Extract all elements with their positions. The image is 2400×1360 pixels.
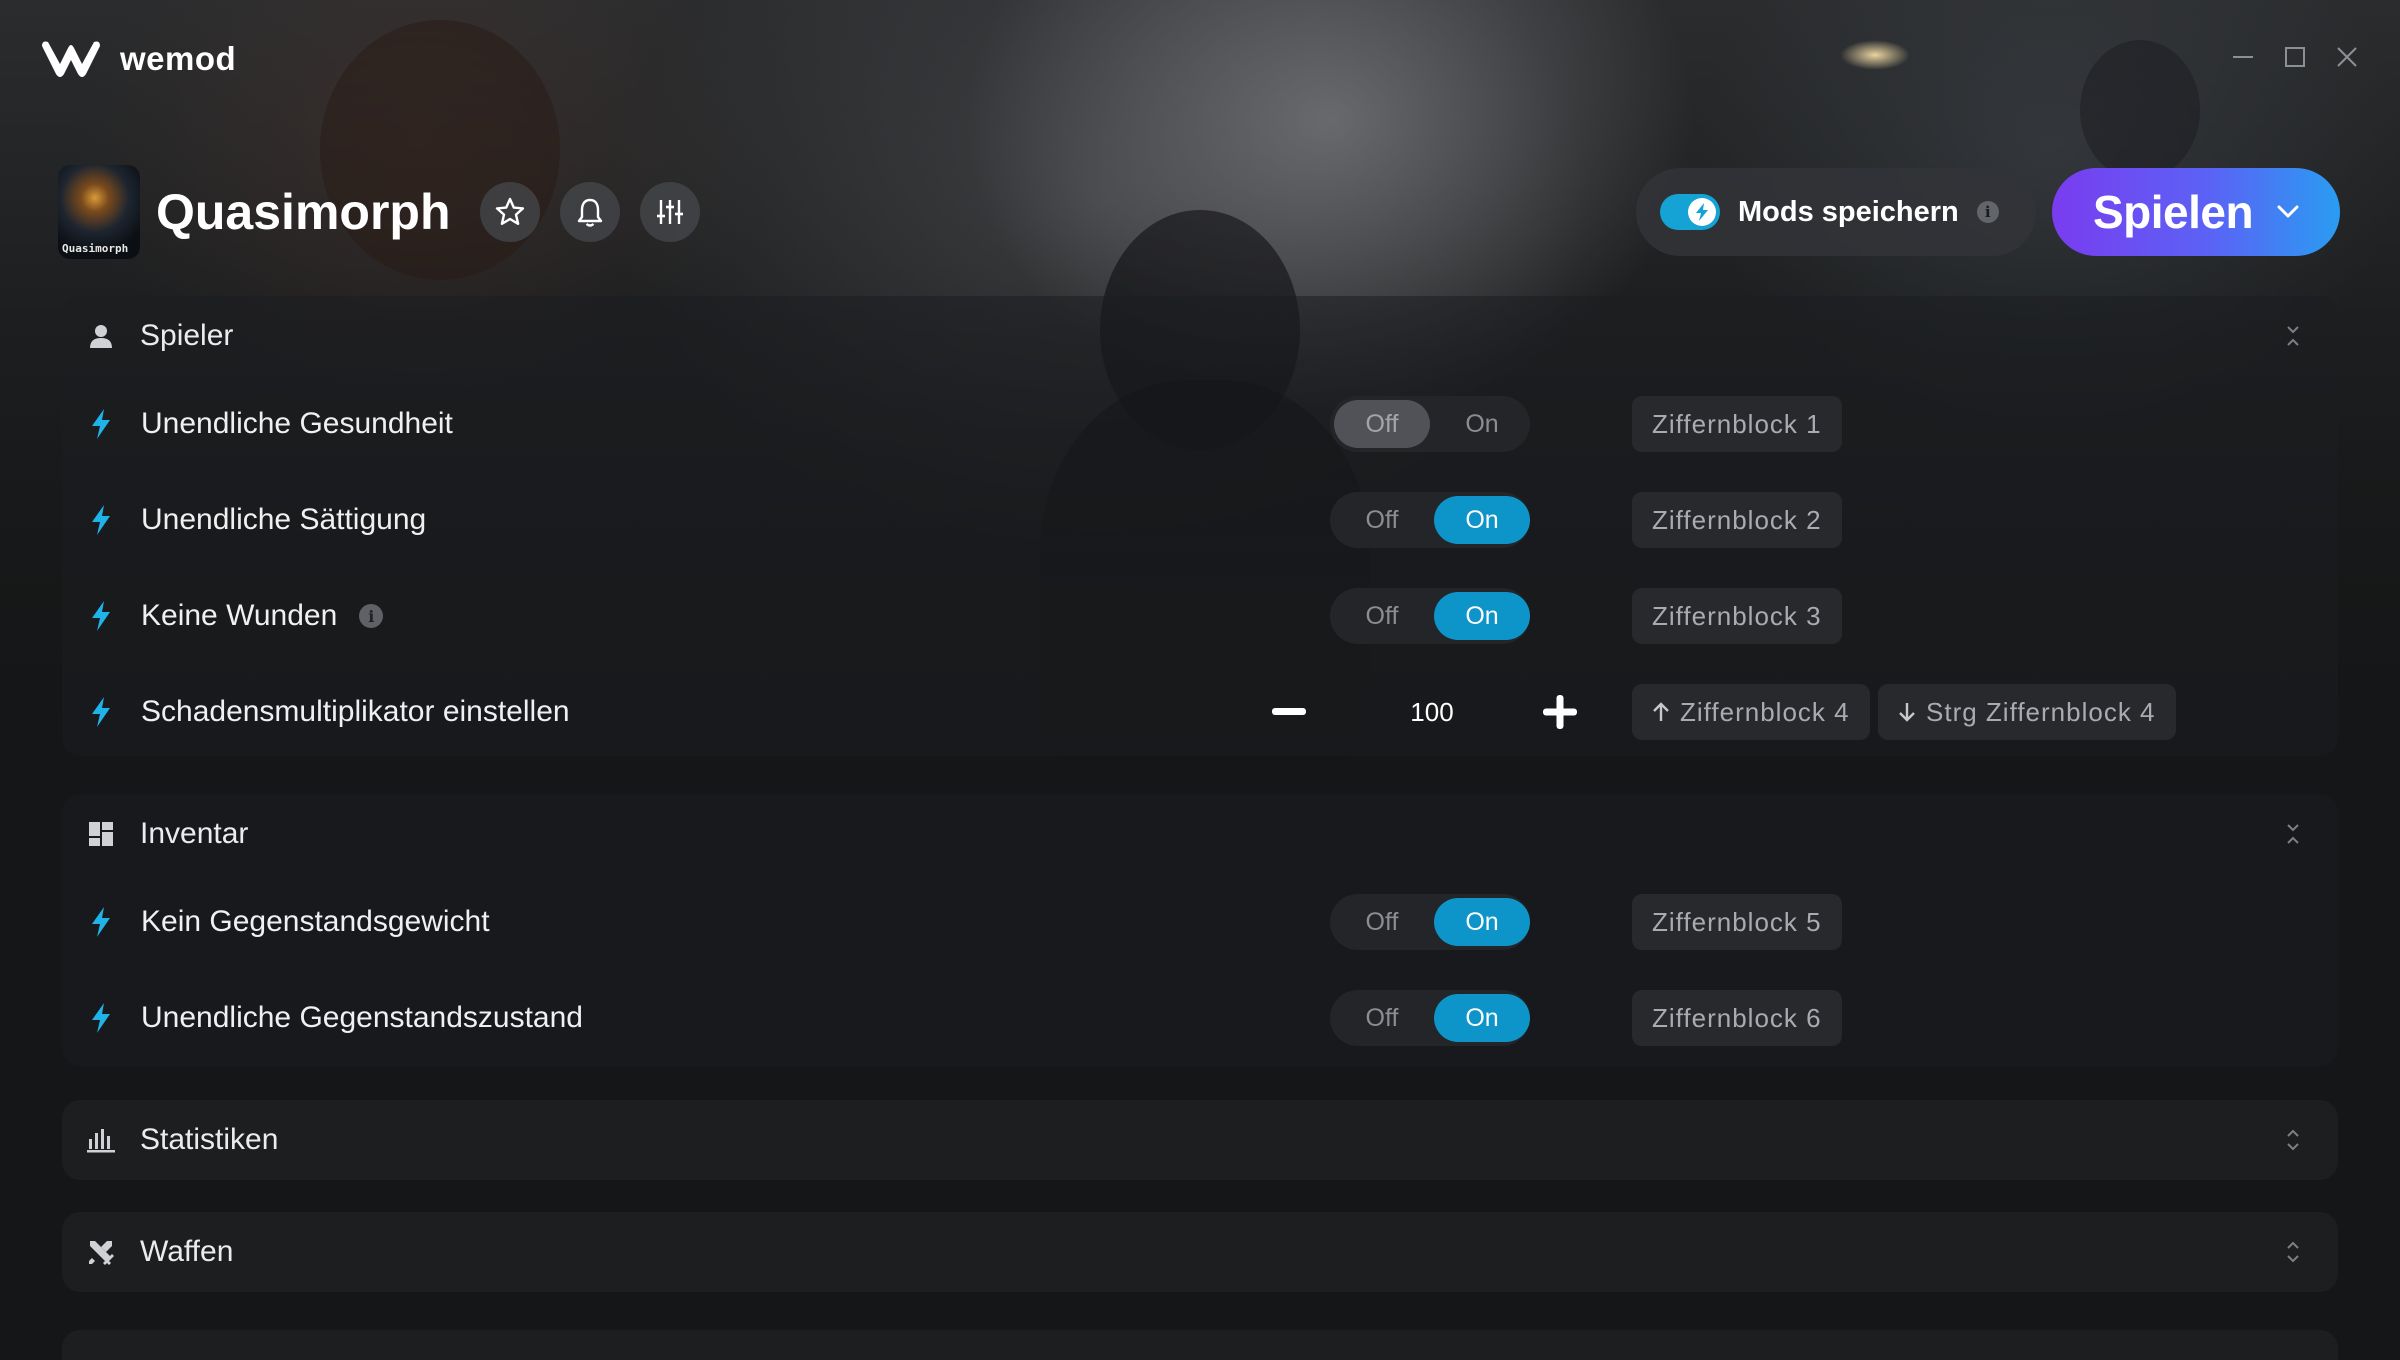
notifications-button[interactable]	[560, 182, 621, 242]
section-inventar: Inventar Kein Gegenstandsgewicht Off On …	[62, 794, 2338, 1066]
stepper-value[interactable]: 100	[1372, 697, 1492, 728]
mod-label: Unendliche Sättigung	[141, 503, 427, 536]
mod-row: Schadensmultiplikator einstellen 100 Zif…	[62, 664, 2338, 760]
section-header[interactable]: Inventar	[62, 794, 2338, 874]
section-title: Inventar	[140, 817, 249, 850]
bolt-icon	[92, 505, 110, 535]
mod-label: Keine Wunden i	[141, 599, 384, 633]
section-statistiken[interactable]: Statistiken	[62, 1100, 2338, 1180]
switch-on[interactable]: On	[1434, 898, 1530, 946]
bar-chart-icon	[86, 1125, 116, 1155]
hotkey-badge[interactable]: Ziffernblock 3	[1632, 588, 1842, 644]
expand-icon[interactable]	[2278, 1124, 2308, 1156]
game-settings-button[interactable]	[640, 182, 701, 242]
mod-row: Keine Wunden i Off On Ziffernblock 3	[62, 568, 2338, 664]
bolt-icon	[92, 1003, 110, 1033]
game-thumbnail: Quasimorph	[58, 165, 140, 259]
brand: wemod	[40, 38, 236, 80]
save-mods-switch[interactable]	[1660, 194, 1720, 230]
wemod-logo-icon	[42, 41, 100, 77]
section-header[interactable]: Waffen	[62, 1212, 2338, 1292]
brand-name: wemod	[120, 40, 237, 77]
section-title: Spieler	[140, 319, 234, 352]
wemod-app: wemod Quasimorph Quasimorph Mods speiche…	[0, 0, 2400, 1360]
mod-switch[interactable]: Off On	[1330, 894, 1530, 950]
play-button-label: Spielen	[2092, 186, 2254, 238]
section-header[interactable]: Spieler	[62, 296, 2338, 376]
mod-row: Kein Gegenstandsgewicht Off On Ziffernbl…	[62, 874, 2338, 970]
switch-off[interactable]: Off	[1334, 400, 1430, 448]
favorite-button[interactable]	[480, 182, 541, 242]
section-title: Waffen	[140, 1235, 234, 1268]
mod-label: Unendliche Gegenstandszustand	[141, 1001, 583, 1034]
game-header: Quasimorph Quasimorph	[58, 162, 701, 262]
bolt-icon	[92, 601, 110, 631]
mod-label: Schadensmultiplikator einstellen	[141, 695, 570, 728]
mod-row: Unendliche Sättigung Off On Ziffernblock…	[62, 472, 2338, 568]
game-thumbnail-label: Quasimorph	[62, 242, 129, 255]
play-button[interactable]: Spielen	[2052, 168, 2340, 256]
mod-label: Kein Gegenstandsgewicht	[141, 905, 490, 938]
minimize-icon[interactable]	[2230, 44, 2256, 70]
section-header[interactable]: Statistiken	[62, 1100, 2338, 1180]
hotkey-badge[interactable]: Ziffernblock 6	[1632, 990, 1842, 1046]
bolt-icon	[92, 409, 110, 439]
switch-on[interactable]: On	[1434, 400, 1530, 448]
info-icon[interactable]: i	[1976, 201, 1999, 223]
next-section-peek	[62, 1330, 2338, 1360]
arrow-down-icon	[1899, 703, 1915, 722]
hotkey-badge-down[interactable]: Strg Ziffernblock 4	[1878, 684, 2176, 740]
game-header-actions	[480, 182, 701, 242]
increment-button[interactable]	[1540, 692, 1580, 732]
switch-on[interactable]: On	[1434, 994, 1530, 1042]
mod-row: Unendliche Gegenstandszustand Off On Zif…	[62, 970, 2338, 1066]
switch-on[interactable]: On	[1434, 592, 1530, 640]
switch-off[interactable]: Off	[1334, 496, 1430, 544]
section-title: Statistiken	[140, 1123, 279, 1156]
chevron-down-icon[interactable]	[2277, 205, 2299, 219]
section-spieler: Spieler Unendliche Gesundheit Off On Zif…	[62, 296, 2338, 756]
close-icon[interactable]	[2334, 44, 2360, 70]
switch-on[interactable]: On	[1434, 496, 1530, 544]
expand-icon[interactable]	[2278, 1236, 2308, 1268]
star-icon	[496, 197, 525, 225]
info-icon[interactable]: i	[359, 604, 384, 628]
save-mods-label: Mods speichern	[1738, 195, 1959, 228]
collapse-icon[interactable]	[2278, 320, 2308, 352]
window-controls	[2230, 44, 2360, 70]
bolt-icon	[1688, 198, 1716, 226]
dashboard-icon	[86, 819, 116, 849]
switch-off[interactable]: Off	[1334, 898, 1430, 946]
mod-switch[interactable]: Off On	[1330, 588, 1530, 644]
section-waffen[interactable]: Waffen	[62, 1212, 2338, 1292]
save-mods-toggle[interactable]: Mods speichern i	[1636, 168, 2036, 256]
switch-off[interactable]: Off	[1334, 994, 1430, 1042]
game-title: Quasimorph	[156, 184, 451, 240]
maximize-icon[interactable]	[2282, 44, 2308, 70]
person-icon	[86, 321, 116, 351]
crossed-swords-icon	[86, 1237, 116, 1267]
arrow-up-icon	[1653, 702, 1669, 721]
hotkey-badge[interactable]: Ziffernblock 5	[1632, 894, 1842, 950]
bolt-icon	[92, 907, 110, 937]
sliders-icon	[657, 200, 684, 224]
bolt-icon	[92, 697, 110, 727]
collapse-icon[interactable]	[2278, 818, 2308, 850]
decrement-button[interactable]	[1270, 693, 1308, 731]
switch-off[interactable]: Off	[1334, 592, 1430, 640]
title-bar: wemod	[0, 0, 2400, 120]
hotkey-badge[interactable]: Ziffernblock 2	[1632, 492, 1842, 548]
hotkey-badge[interactable]: Ziffernblock 1	[1632, 396, 1842, 452]
mod-switch[interactable]: Off On	[1330, 396, 1530, 452]
mod-switch[interactable]: Off On	[1330, 990, 1530, 1046]
mod-row: Unendliche Gesundheit Off On Ziffernbloc…	[62, 376, 2338, 472]
mod-label: Unendliche Gesundheit	[141, 407, 453, 440]
mod-switch[interactable]: Off On	[1330, 492, 1530, 548]
hotkey-badge-up[interactable]: Ziffernblock 4	[1632, 684, 1870, 740]
bell-icon	[578, 198, 603, 227]
